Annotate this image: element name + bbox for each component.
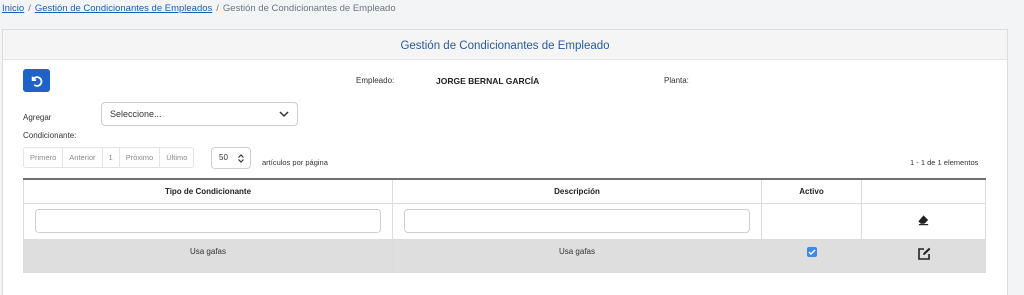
filter-tipo-input[interactable] — [35, 209, 381, 233]
column-header-activo[interactable]: Activo — [761, 178, 862, 204]
panel-title: Gestión de Condicionantes de Empleado — [3, 30, 1007, 60]
breadcrumb-parent-link[interactable]: Gestión de Condicionantes de Empleados — [35, 3, 212, 14]
table-header-row: Tipo de Condicionante Descripción Activo — [23, 178, 986, 204]
pagination: Primero Anterior 1 Próximo Último — [23, 147, 195, 168]
pager-first-button[interactable]: Primero — [24, 148, 64, 167]
add-condition-label: Agregar Condicionante: — [23, 109, 93, 145]
checkbox-checked-icon — [807, 248, 816, 255]
breadcrumb-current: Gestión de Condicionantes de Empleado — [222, 3, 396, 14]
add-condition-label-line2: Condicionante: — [23, 131, 77, 140]
employee-name: JORGE BERNAL GARCÍA — [436, 76, 540, 86]
filter-descripcion-input[interactable] — [404, 209, 750, 233]
pager-next-button[interactable]: Próximo — [120, 148, 161, 167]
column-header-actions — [861, 178, 986, 204]
breadcrumb-separator: / — [28, 3, 31, 14]
per-page-value: 50 — [219, 153, 228, 162]
column-header-descripcion[interactable]: Descripción — [392, 178, 762, 204]
undo-icon — [31, 75, 42, 87]
breadcrumb: Inicio / Gestión de Condicionantes de Empl… — [2, 3, 396, 14]
cell-actions — [861, 238, 986, 273]
condition-select-value: Seleccione... — [110, 109, 162, 119]
conditions-table: Tipo de Condicionante Descripción Activo — [23, 178, 986, 273]
edit-icon[interactable] — [917, 247, 931, 260]
column-header-tipo[interactable]: Tipo de Condicionante — [23, 178, 393, 204]
per-page-select[interactable]: 50 — [211, 147, 251, 169]
cell-descripcion: Usa gafas — [392, 238, 762, 273]
plant-label: Planta: — [664, 76, 689, 85]
per-page-label: artículos por página — [262, 158, 328, 167]
active-checkbox[interactable] — [806, 246, 817, 257]
filter-cell — [392, 202, 762, 240]
updown-icon — [238, 154, 244, 163]
pager-page-button[interactable]: 1 — [103, 148, 120, 167]
table-row[interactable]: Usa gafas Usa gafas — [23, 238, 986, 273]
pager-prev-button[interactable]: Anterior — [63, 148, 103, 167]
cell-activo — [761, 238, 862, 273]
eraser-icon[interactable] — [917, 214, 930, 226]
breadcrumb-home-link[interactable]: Inicio — [2, 3, 24, 14]
employee-label: Empleado: — [356, 76, 395, 85]
condition-select[interactable]: Seleccione... — [101, 102, 298, 126]
filter-cell — [23, 202, 393, 240]
pager-last-button[interactable]: Último — [160, 148, 193, 167]
breadcrumb-separator: / — [216, 3, 219, 14]
add-condition-label-line1: Agregar — [23, 113, 52, 122]
items-count: 1 - 1 de 1 elementos — [910, 158, 979, 167]
chevron-down-icon — [279, 111, 289, 118]
filter-cell — [761, 202, 862, 240]
filter-row — [23, 202, 986, 240]
back-button[interactable] — [23, 69, 50, 92]
cell-tipo: Usa gafas — [23, 238, 393, 273]
main-panel: Gestión de Condicionantes de Empleado Em… — [2, 29, 1008, 295]
filter-cell — [861, 202, 986, 240]
